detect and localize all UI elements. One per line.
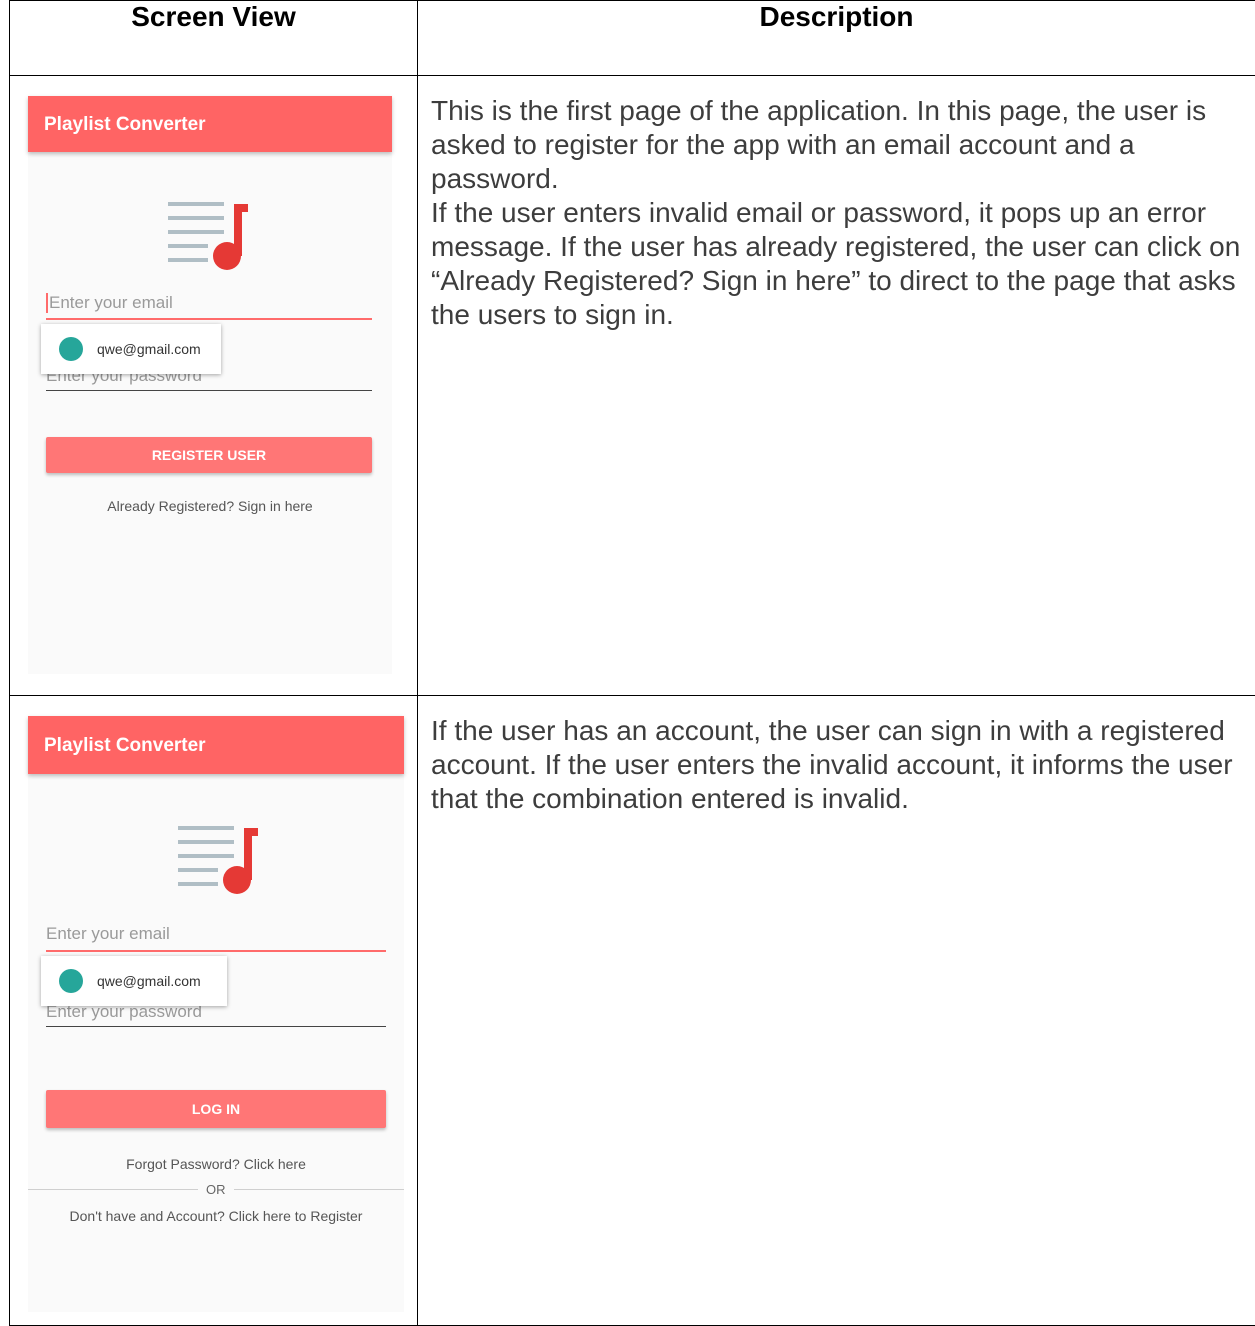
register-screen: Playlist Converter Enter your email: [28, 96, 392, 674]
password-underline: [46, 390, 372, 391]
header-screen-view: Screen View: [10, 1, 418, 76]
app-bar: Playlist Converter: [28, 96, 392, 152]
screen-cell: Playlist Converter Enter your email: [10, 76, 418, 696]
description-paragraph: If the user enters invalid email or pass…: [431, 196, 1255, 332]
description-paragraph: If the user has an account, the user can…: [431, 714, 1255, 816]
email-underline: [46, 318, 372, 320]
playlist-music-icon: [172, 824, 262, 894]
description-text: If the user has an account, the user can…: [418, 696, 1255, 816]
description-text: This is the first page of the applicatio…: [418, 76, 1255, 332]
password-underline: [46, 1026, 386, 1027]
autofill-suggestion[interactable]: qwe@gmail.com: [41, 324, 221, 374]
register-user-button[interactable]: REGISTER USER: [46, 437, 372, 473]
divider-right: [234, 1189, 404, 1190]
android-icon: [59, 969, 83, 993]
login-screen: Playlist Converter Enter your email: [28, 716, 404, 1312]
screen-cell: Playlist Converter Enter your email: [10, 696, 418, 1326]
header-description: Description: [418, 1, 1255, 76]
email-field[interactable]: Enter your email: [46, 292, 372, 318]
app-title: Playlist Converter: [44, 114, 206, 136]
autofill-suggestion[interactable]: qwe@gmail.com: [41, 956, 227, 1006]
suggestion-email: qwe@gmail.com: [97, 341, 201, 357]
text-cursor: [46, 293, 48, 313]
or-separator: OR: [206, 1182, 226, 1197]
email-placeholder: Enter your email: [49, 293, 173, 313]
document-table: Screen View Description Playlist Convert…: [9, 0, 1255, 1326]
table-header-row: Screen View Description: [10, 1, 1255, 76]
email-underline: [46, 950, 386, 952]
sign-in-link[interactable]: Already Registered? Sign in here: [28, 498, 392, 514]
email-placeholder: Enter your email: [46, 924, 170, 944]
log-in-button[interactable]: LOG IN: [46, 1090, 386, 1128]
description-paragraph: This is the first page of the applicatio…: [431, 94, 1255, 196]
app-bar: Playlist Converter: [28, 716, 404, 774]
register-link[interactable]: Don't have and Account? Click here to Re…: [28, 1208, 404, 1224]
divider-left: [28, 1189, 198, 1190]
table-row: Playlist Converter Enter your email: [10, 76, 1255, 696]
playlist-music-icon: [164, 200, 250, 270]
table-row: Playlist Converter Enter your email: [10, 696, 1255, 1326]
android-icon: [59, 337, 83, 361]
email-field[interactable]: Enter your email: [46, 924, 386, 950]
password-field[interactable]: Enter your password: [46, 1004, 386, 1026]
suggestion-email: qwe@gmail.com: [97, 973, 201, 989]
forgot-password-link[interactable]: Forgot Password? Click here: [28, 1156, 404, 1172]
app-title: Playlist Converter: [44, 735, 206, 757]
description-cell: If the user has an account, the user can…: [418, 696, 1255, 1326]
description-cell: This is the first page of the applicatio…: [418, 76, 1255, 696]
